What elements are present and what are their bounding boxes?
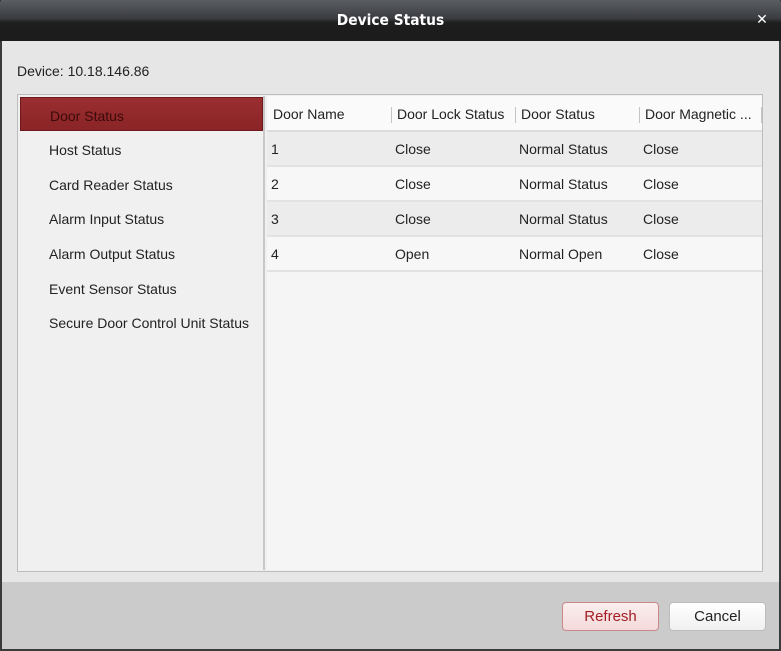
column-header-door-lock-status[interactable]: Door Lock Status [397, 96, 514, 132]
sidebar-item-secure-door-control-unit-status[interactable]: Secure Door Control Unit Status [20, 305, 263, 339]
column-divider[interactable] [391, 107, 392, 123]
sidebar-item-card-reader-status[interactable]: Card Reader Status [20, 167, 263, 201]
column-divider[interactable] [761, 107, 762, 123]
cell-door-name: 1 [271, 141, 279, 157]
column-header-door-magnetic[interactable]: Door Magnetic ... [645, 96, 760, 132]
cell-door-magnetic: Close [643, 176, 679, 192]
cell-door-lock-status: Close [395, 176, 431, 192]
content-frame: Door Status Host Status Card Reader Stat… [17, 94, 763, 572]
table-row[interactable]: 3 Close Normal Status Close [267, 202, 762, 237]
cell-door-magnetic: Close [643, 211, 679, 227]
cell-door-lock-status: Open [395, 246, 430, 262]
title-bar[interactable]: Device Status ✕ [0, 0, 781, 41]
column-divider[interactable] [515, 107, 516, 123]
status-category-list: Door Status Host Status Card Reader Stat… [19, 96, 265, 570]
cell-door-name: 4 [271, 246, 279, 262]
cell-door-lock-status: Close [395, 141, 431, 157]
close-icon[interactable]: ✕ [755, 11, 769, 27]
sidebar-item-event-sensor-status[interactable]: Event Sensor Status [20, 271, 263, 305]
column-divider[interactable] [639, 107, 640, 123]
cell-door-name: 2 [271, 176, 279, 192]
cancel-button[interactable]: Cancel [669, 602, 766, 631]
sidebar-item-door-status[interactable]: Door Status [20, 97, 263, 131]
device-label: Device: 10.18.146.86 [17, 63, 150, 79]
column-header-door-status[interactable]: Door Status [521, 96, 636, 132]
sidebar-item-alarm-input-status[interactable]: Alarm Input Status [20, 201, 263, 235]
cell-door-status: Normal Status [519, 176, 608, 192]
sidebar-item-alarm-output-status[interactable]: Alarm Output Status [20, 236, 263, 270]
dialog-footer: Refresh Cancel [2, 582, 779, 649]
table-row[interactable]: 4 Open Normal Open Close [267, 237, 762, 272]
cell-door-status: Normal Open [519, 246, 603, 262]
cell-door-magnetic: Close [643, 141, 679, 157]
column-header-door-name[interactable]: Door Name [273, 96, 388, 132]
door-status-table: Door Name Door Lock Status Door Status D… [267, 96, 762, 570]
table-header: Door Name Door Lock Status Door Status D… [267, 96, 762, 132]
cell-door-status: Normal Status [519, 211, 608, 227]
cell-door-magnetic: Close [643, 246, 679, 262]
dialog-title: Device Status [336, 11, 445, 29]
table-row[interactable]: 2 Close Normal Status Close [267, 167, 762, 202]
cell-door-status: Normal Status [519, 141, 608, 157]
refresh-button[interactable]: Refresh [562, 602, 659, 631]
sidebar-item-host-status[interactable]: Host Status [20, 132, 263, 166]
cell-door-name: 3 [271, 211, 279, 227]
device-status-dialog: Device Status ✕ Device: 10.18.146.86 Doo… [0, 0, 781, 651]
cell-door-lock-status: Close [395, 211, 431, 227]
table-row[interactable]: 1 Close Normal Status Close [267, 132, 762, 167]
